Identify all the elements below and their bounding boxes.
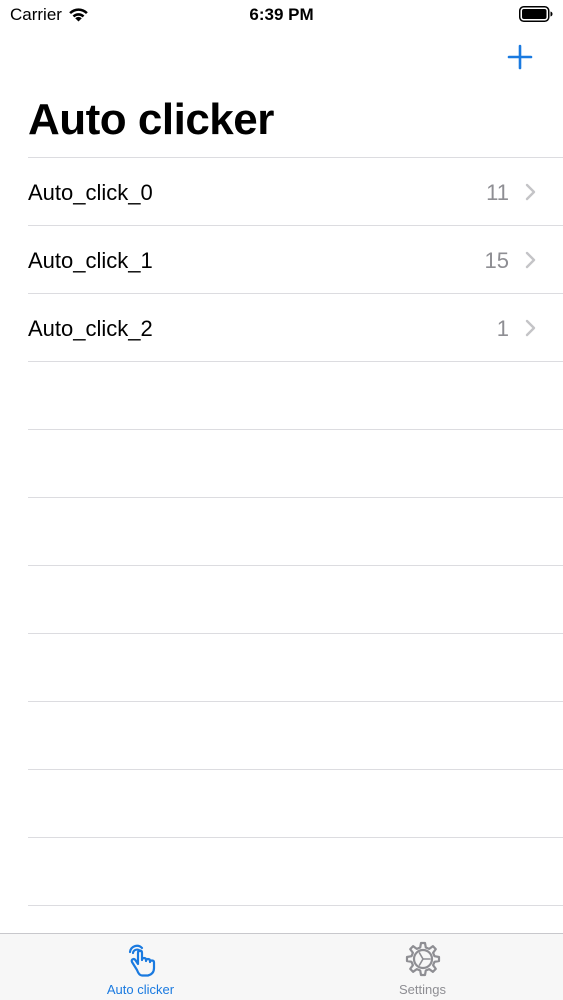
clock-time: 6:39 PM	[249, 5, 314, 24]
chevron-right-icon	[525, 183, 536, 201]
status-bar: Carrier 6:39 PM	[0, 0, 563, 30]
chevron-right-icon	[525, 319, 536, 337]
list-item[interactable]: Auto_click_1 15	[28, 225, 563, 293]
list-item-label: Auto_click_2	[28, 316, 153, 341]
empty-row	[28, 701, 563, 769]
empty-row	[28, 497, 563, 565]
empty-row	[28, 429, 563, 497]
list-item[interactable]: Auto_click_0 11	[28, 157, 563, 225]
list-item-label: Auto_click_1	[28, 248, 153, 273]
list-item-count: 11	[486, 180, 509, 205]
chevron-right-icon	[525, 251, 536, 269]
empty-row	[28, 361, 563, 429]
add-button[interactable]	[507, 44, 533, 70]
plus-icon	[507, 44, 533, 70]
list-item-label: Auto_click_0	[28, 180, 153, 205]
tap-hand-icon	[128, 944, 155, 977]
tab-auto-clicker[interactable]: Auto clicker	[0, 934, 281, 1000]
list-item[interactable]: Auto_click_2 1	[28, 293, 563, 361]
empty-row	[28, 769, 563, 837]
app-screen: Carrier 6:39 PM Auto clicker Auto_click_…	[0, 0, 563, 1000]
tab-label: Auto clicker	[106, 982, 175, 997]
empty-row	[28, 633, 563, 701]
tab-settings[interactable]: Settings	[282, 934, 563, 1000]
tab-label: Settings	[399, 982, 446, 997]
empty-row	[28, 837, 563, 905]
list-item-count: 1	[496, 316, 509, 341]
empty-row	[28, 565, 563, 633]
page-title: Auto clicker	[28, 95, 274, 144]
list-item-count: 15	[484, 248, 509, 273]
battery-full-icon	[519, 6, 553, 22]
auto-click-list: Auto_click_0 11 Auto_click_1 15 Auto_cli…	[0, 157, 563, 973]
gear-icon	[405, 941, 440, 977]
tab-bar: Auto clicker Settings	[0, 933, 563, 1000]
